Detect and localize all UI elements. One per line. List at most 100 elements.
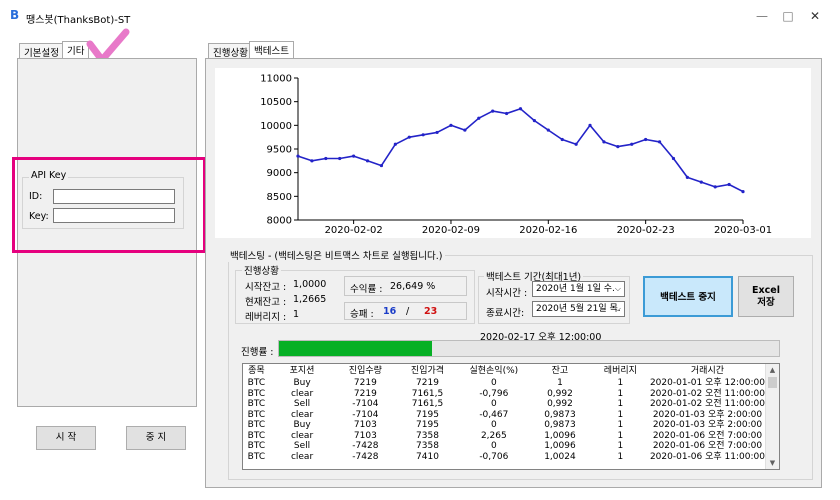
- table-row[interactable]: BTC clear -7104 7195 -0,467 0,9873 1 2020-01-03…: [243, 410, 765, 421]
- column-header[interactable]: 거래시간: [650, 364, 765, 378]
- stop-button[interactable]: 중 지: [126, 426, 186, 450]
- api-key-group-label: API Key: [29, 170, 69, 181]
- table-cell: BTC: [247, 409, 266, 420]
- data-point: [574, 142, 578, 146]
- start-balance-value: 1,0000: [293, 279, 327, 290]
- table-row[interactable]: BTC clear 7103 7358 2,265 1,0096 1 2020-01-06 오…: [243, 431, 765, 442]
- table-cell: 0: [490, 378, 497, 388]
- id-field[interactable]: [53, 189, 175, 204]
- table-cell: -0,796: [479, 388, 509, 399]
- table-row[interactable]: BTC Buy 7103 7195 0 0,9873 1 2020-01-03 오후 2:00…: [243, 420, 765, 431]
- table-row[interactable]: BTC clear 7219 7161,5 -0,796 0,992 1 2020-01-02…: [243, 389, 765, 400]
- data-point: [365, 159, 370, 163]
- start-button[interactable]: 시 작: [36, 426, 96, 450]
- y-tick-label: 8000: [267, 216, 292, 227]
- column-header[interactable]: 진입수량: [334, 364, 396, 378]
- table-cell: 7219: [353, 378, 377, 388]
- column-header[interactable]: 포지션: [270, 364, 335, 378]
- data-point: [671, 156, 676, 161]
- table-row[interactable]: BTC clear -7428 7410 -0,706 1,0024 1 2020-01-06…: [243, 452, 765, 463]
- table-cell: 0: [490, 420, 497, 430]
- scroll-thumb[interactable]: [768, 377, 777, 388]
- price-chart: 8000 8500 9000 9500 10000 10500 11000 2020-02-0…: [215, 68, 811, 238]
- table-cell: 1: [617, 451, 624, 462]
- column-header[interactable]: 레버리지: [591, 364, 650, 378]
- table-cell: 1: [617, 430, 624, 441]
- wins-value: 16: [383, 306, 397, 317]
- x-tick-label: 2020-02-02: [325, 225, 383, 236]
- start-time-picker[interactable]: 2020년 1월 1일 수. ⌵: [532, 281, 625, 297]
- table-cell: 0: [490, 441, 497, 451]
- table-cell: 0,992: [547, 399, 573, 409]
- backtest-group-title: 백테스팅 - (백테스팅은 비트맥스 차트로 실행됩니다.): [228, 248, 445, 262]
- leverage-label: 레버리지 :: [245, 312, 287, 323]
- table-cell: 1: [617, 378, 624, 388]
- data-point: [616, 145, 620, 149]
- column-header[interactable]: 실현손익(%): [459, 364, 530, 378]
- y-tick-label: 10500: [260, 97, 292, 108]
- table-cell: 7161,5: [411, 388, 444, 399]
- excel-save-button[interactable]: Excel 저장: [738, 276, 794, 317]
- table-cell: Buy: [293, 378, 311, 388]
- start-time-value: 2020년 1월 1일 수.: [536, 284, 615, 294]
- tab-progress[interactable]: 진행상황: [208, 43, 253, 59]
- current-balance-value: 1,2665: [293, 294, 327, 305]
- minimize-icon[interactable]: —: [753, 9, 771, 23]
- price-line: [297, 107, 744, 193]
- scroll-down-icon[interactable]: ▼: [766, 457, 779, 469]
- table-cell: 7103: [353, 420, 377, 430]
- y-tick-label: 11000: [260, 74, 292, 85]
- data-point: [463, 128, 467, 132]
- table-row[interactable]: BTC Sell -7104 7161,5 0 0,992 1 2020-01-02 오전 1…: [243, 399, 765, 410]
- y-tick-label: 9000: [267, 168, 292, 179]
- table-cell: -7104: [352, 409, 379, 420]
- data-point: [407, 135, 411, 139]
- data-point: [491, 109, 495, 113]
- trades-table[interactable]: 종목 포지션 진입수량 진입가격 실현손익(%) 잔고 레버리지 거래시간 BTC Buy 721…: [242, 363, 780, 470]
- stop-backtest-button[interactable]: 백테스트 중지: [643, 276, 733, 317]
- data-point: [713, 185, 717, 189]
- table-cell: 7219: [416, 378, 439, 388]
- data-point: [435, 130, 439, 135]
- tab-backtest[interactable]: 백테스트: [249, 41, 294, 59]
- table-cell: 0,992: [547, 388, 573, 399]
- end-time-picker[interactable]: 2020년 5월 21일 목. ⌵: [532, 301, 625, 317]
- column-header[interactable]: 진입가격: [396, 364, 458, 378]
- table-cell: BTC: [247, 420, 266, 430]
- column-header[interactable]: 잔고: [529, 364, 591, 378]
- table-cell: 2020-01-01 오후 12:00:00: [649, 378, 765, 388]
- data-point: [546, 128, 550, 132]
- scroll-up-icon[interactable]: ▲: [766, 364, 779, 376]
- data-point: [518, 107, 523, 111]
- losses-value: 23: [424, 306, 438, 317]
- table-cell: 1: [617, 409, 624, 420]
- excel-label: Excel: [752, 285, 780, 296]
- data-point: [421, 133, 425, 137]
- maximize-icon[interactable]: □: [779, 9, 797, 23]
- chevron-down-icon: ⌵: [614, 304, 621, 313]
- end-time-label: 종료시간:: [486, 308, 525, 319]
- table-cell: 2020-01-06 오후 11:00:00: [649, 451, 765, 462]
- data-point: [393, 142, 397, 146]
- table-row[interactable]: BTC Buy 7219 7219 0 1 1 2020-01-01 오후 12:00:00: [243, 378, 765, 389]
- table-cell: -7428: [352, 451, 379, 462]
- y-tick-label: 8500: [267, 192, 292, 203]
- tab-basic-settings[interactable]: 기본설정: [19, 43, 64, 59]
- table-cell: BTC: [247, 441, 266, 451]
- key-label: Key:: [29, 211, 49, 222]
- scrollbar[interactable]: ▲ ▼: [765, 364, 779, 469]
- progress-label: 진행률 :: [241, 347, 274, 358]
- key-field[interactable]: [53, 208, 175, 223]
- data-point: [630, 142, 634, 146]
- data-point: [741, 190, 745, 194]
- table-cell: 7219: [353, 388, 377, 399]
- table-cell: 1: [617, 388, 624, 399]
- table-cell: 7195: [416, 409, 439, 420]
- id-label: ID:: [29, 191, 43, 202]
- table-cell: BTC: [247, 451, 266, 462]
- column-header[interactable]: 종목: [243, 364, 270, 378]
- data-point: [602, 140, 606, 144]
- close-icon[interactable]: ✕: [806, 9, 824, 23]
- table-cell: 2,265: [480, 430, 507, 441]
- table-row[interactable]: BTC Sell -7428 7358 0 1,0096 1 2020-01-06 오전 7:…: [243, 441, 765, 452]
